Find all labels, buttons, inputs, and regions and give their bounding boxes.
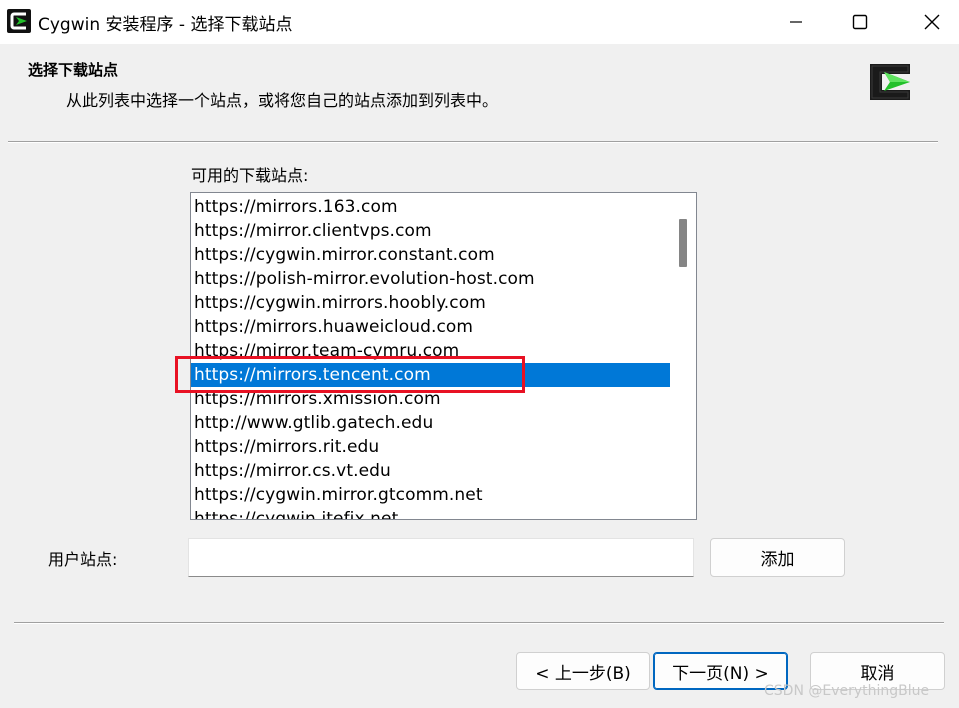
scroll-thumb[interactable] [679, 219, 687, 267]
site-list-item[interactable]: http://www.gtlib.gatech.edu [191, 411, 671, 435]
site-list-label: 可用的下载站点: [191, 166, 309, 185]
minimize-button[interactable] [773, 0, 819, 44]
close-icon [924, 14, 940, 30]
selection-highlight-annotation [175, 356, 525, 393]
cygwin-icon [7, 9, 31, 33]
user-site-label: 用户站点: [48, 550, 118, 569]
close-button[interactable] [909, 0, 955, 44]
site-list-item[interactable]: https://cygwin.mirrors.hoobly.com [191, 291, 671, 315]
add-button[interactable]: 添加 [710, 538, 845, 577]
site-list-item[interactable]: https://mirror.cs.vt.edu [191, 459, 671, 483]
maximize-button[interactable] [837, 0, 883, 44]
site-list-item[interactable]: https://cygwin.itefix.net [191, 507, 671, 519]
site-list-item[interactable]: https://mirrors.163.com [191, 195, 671, 219]
window-title: Cygwin 安装程序 - 选择下载站点 [38, 15, 293, 35]
site-list-item[interactable]: https://mirrors.rit.edu [191, 435, 671, 459]
cygwin-logo [870, 64, 910, 100]
minimize-icon [790, 21, 802, 23]
site-list-scrollbar[interactable] [670, 193, 696, 519]
header-separator [8, 141, 938, 143]
page-title: 选择下载站点 [28, 61, 119, 79]
site-list-item[interactable]: https://cygwin.mirror.gtcomm.net [191, 483, 671, 507]
title-bar: Cygwin 安装程序 - 选择下载站点 [0, 0, 959, 44]
page-subtitle: 从此列表中选择一个站点，或将您自己的站点添加到列表中。 [66, 91, 499, 110]
back-button[interactable]: < 上一步(B) [516, 652, 650, 690]
watermark: CSDN @EverythingBlue [764, 683, 930, 699]
maximize-icon [852, 14, 868, 30]
site-list-item[interactable]: https://mirrors.huaweicloud.com [191, 315, 671, 339]
site-list-item[interactable]: https://mirror.clientvps.com [191, 219, 671, 243]
footer-separator [14, 622, 944, 624]
site-list-item[interactable]: https://cygwin.mirror.constant.com [191, 243, 671, 267]
user-site-input[interactable] [188, 538, 694, 577]
site-list-item[interactable]: https://polish-mirror.evolution-host.com [191, 267, 671, 291]
